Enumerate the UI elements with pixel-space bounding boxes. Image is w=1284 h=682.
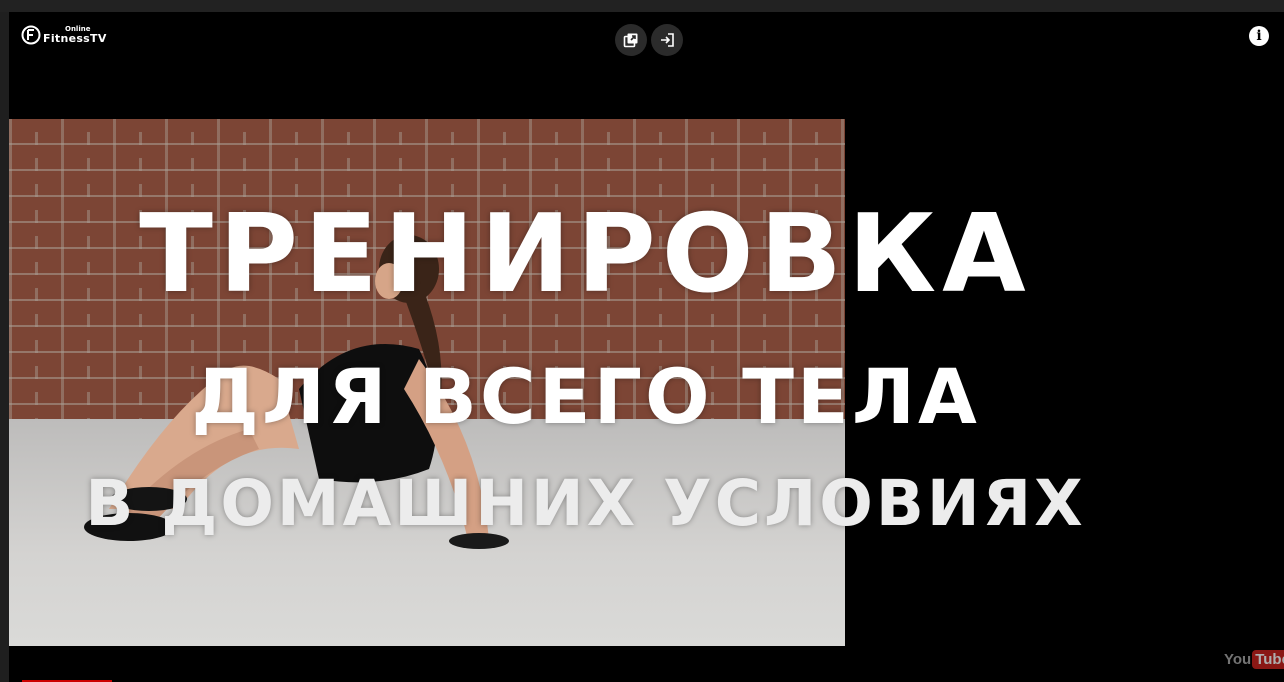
enter-icon bbox=[661, 33, 674, 47]
youtube-you-text: You bbox=[1224, 651, 1252, 668]
info-button[interactable]: i bbox=[1249, 26, 1269, 46]
channel-logo[interactable]: Online FitnessTV bbox=[21, 24, 107, 46]
popout-icon bbox=[623, 33, 638, 48]
enter-button[interactable] bbox=[651, 24, 683, 56]
video-title-line-3: В ДОМАШНИХ УСЛОВИЯХ bbox=[85, 467, 1086, 540]
logo-text: Online FitnessTV bbox=[43, 26, 107, 45]
logo-name-text: FitnessTV bbox=[43, 32, 107, 45]
video-title-line-2: ДЛЯ ВСЕГО ТЕЛА bbox=[191, 352, 980, 441]
video-player[interactable]: ТРЕНИРОВКА ДЛЯ ВСЕГО ТЕЛА В ДОМАШНИХ УСЛ… bbox=[9, 12, 1284, 682]
popout-button[interactable] bbox=[615, 24, 647, 56]
window-top-bar bbox=[0, 0, 1284, 12]
window-left-bar bbox=[0, 12, 9, 682]
youtube-watermark[interactable]: You Tube bbox=[1224, 650, 1284, 669]
youtube-tube-text: Tube bbox=[1252, 650, 1284, 669]
fitness-logo-icon bbox=[21, 25, 41, 45]
video-title-line-1: ТРЕНИРОВКА bbox=[139, 192, 1032, 317]
